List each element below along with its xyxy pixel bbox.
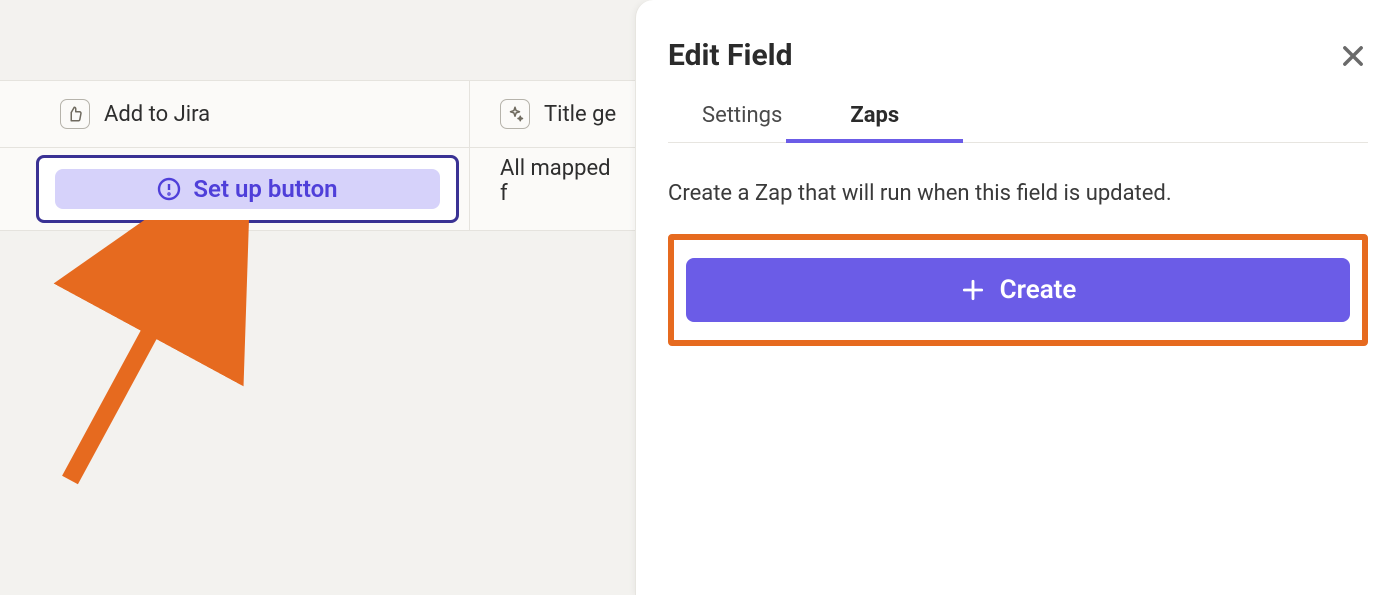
cell-text: All mapped f [500, 156, 619, 206]
panel-title: Edit Field [668, 38, 792, 73]
close-icon [1339, 42, 1367, 70]
set-up-button[interactable]: Set up button [55, 169, 440, 209]
alert-circle-icon [157, 177, 181, 201]
tab-settings[interactable]: Settings [698, 97, 786, 142]
cell-title-ge[interactable]: All mapped f [470, 148, 640, 214]
edit-field-panel: Edit Field Settings Zaps Create a Zap th… [635, 0, 1400, 595]
create-button-label: Create [1000, 275, 1077, 305]
panel-description: Create a Zap that will run when this fie… [668, 181, 1368, 206]
table: Add to Jira Title ge Set up button All m… [0, 80, 640, 231]
column-header-label: Add to Jira [104, 102, 210, 127]
tab-zaps[interactable]: Zaps [846, 97, 903, 142]
cell-add-to-jira[interactable]: Set up button [0, 148, 470, 230]
column-header-label: Title ge [544, 102, 616, 127]
create-button[interactable]: Create [686, 258, 1350, 322]
table-row: Set up button All mapped f [0, 148, 640, 231]
table-header-row: Add to Jira Title ge [0, 80, 640, 148]
annotation-highlight: Create [668, 234, 1368, 346]
annotation-arrow [50, 220, 250, 500]
sparkle-icon [500, 99, 530, 129]
column-header-title-ge[interactable]: Title ge [470, 81, 640, 147]
thumbs-up-icon [60, 99, 90, 129]
panel-header: Edit Field [668, 38, 1368, 73]
tabs: Settings Zaps [668, 97, 1368, 143]
close-button[interactable] [1338, 41, 1368, 71]
column-header-add-to-jira[interactable]: Add to Jira [0, 81, 470, 147]
plus-icon [960, 277, 986, 303]
cell-selected: Set up button [36, 155, 459, 223]
set-up-button-label: Set up button [193, 175, 337, 203]
